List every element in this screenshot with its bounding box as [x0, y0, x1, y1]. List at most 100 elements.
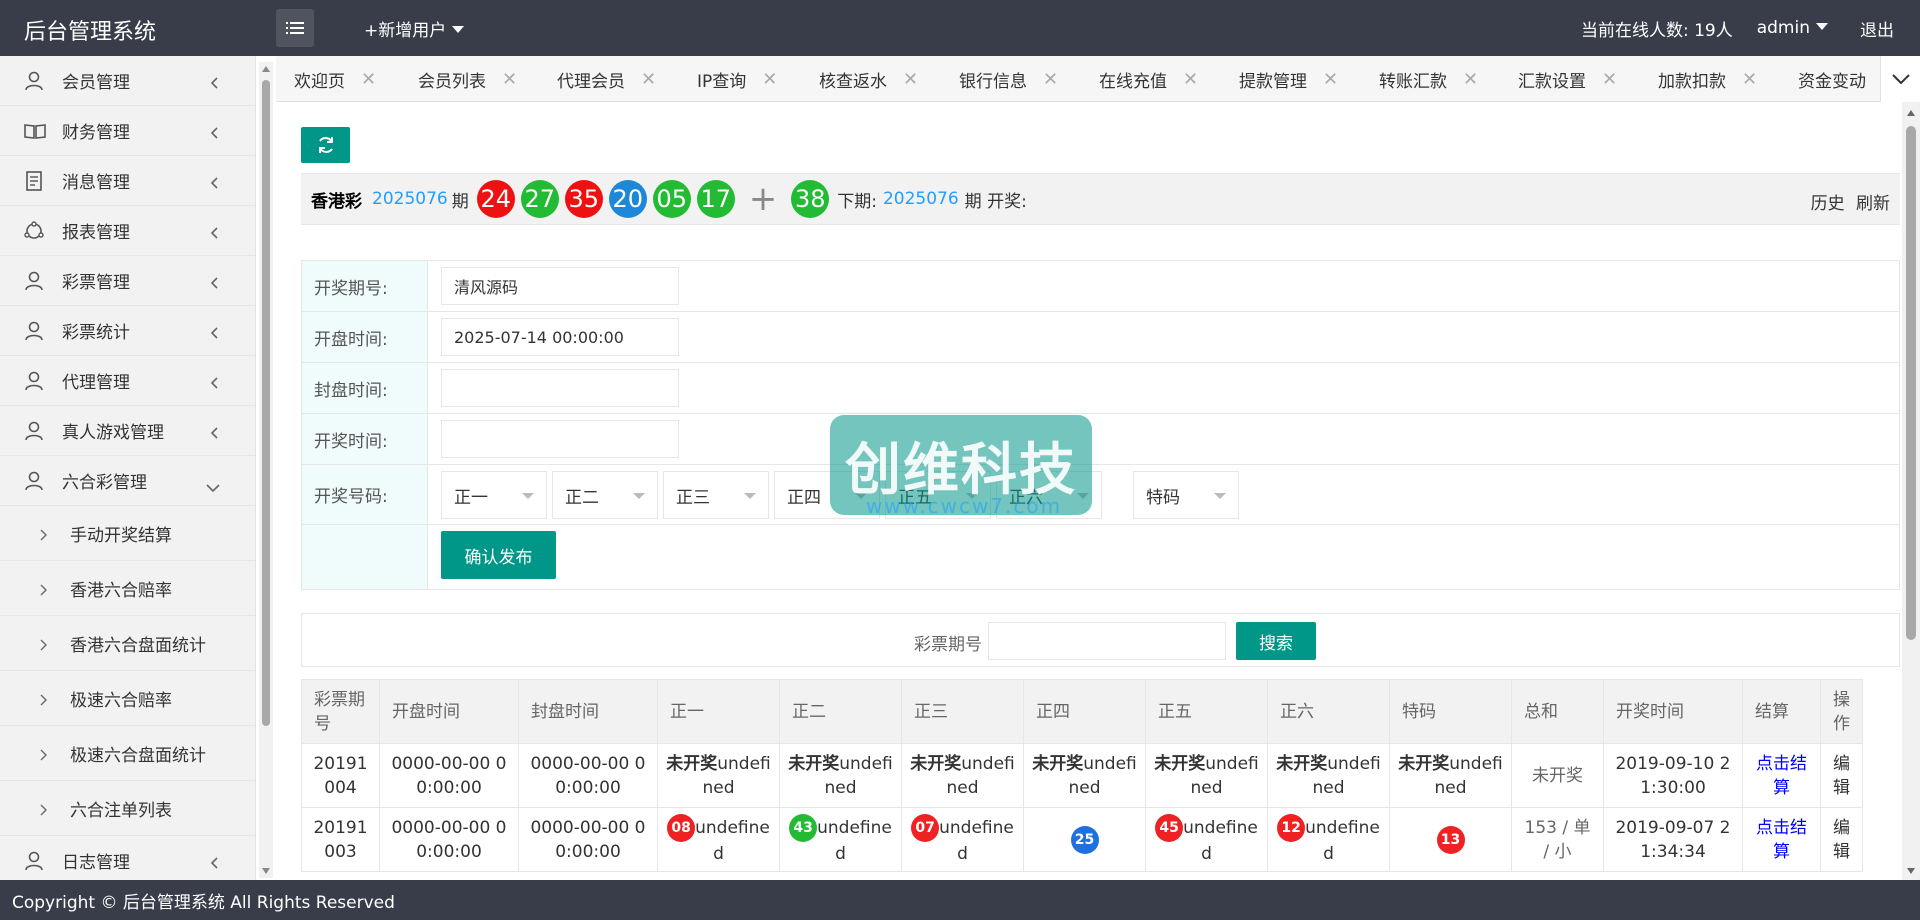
- sidebar-subitem-2[interactable]: 香港六合盘面统计: [0, 616, 255, 671]
- edit-link: 编辑: [1820, 807, 1863, 872]
- close-time-cell: 0000-00-00 00:00:00: [518, 807, 658, 872]
- settle-link[interactable]: 点击结算: [1742, 743, 1821, 808]
- history-link[interactable]: 历史: [1811, 194, 1845, 214]
- sidebar-item-1[interactable]: 财务管理: [0, 106, 255, 156]
- settle-link[interactable]: 点击结算: [1742, 807, 1821, 872]
- close-icon[interactable]: ✕: [361, 69, 376, 90]
- number-ball: 43: [789, 813, 818, 842]
- sidebar-item-4[interactable]: 彩票管理: [0, 256, 255, 306]
- sidebar-item-2[interactable]: 消息管理: [0, 156, 255, 206]
- close-icon[interactable]: ✕: [1183, 69, 1198, 90]
- tabs-more-button[interactable]: [1880, 56, 1920, 102]
- number-cell: 未开奖undefined: [901, 743, 1024, 808]
- tab-label: 加款扣款: [1658, 71, 1726, 92]
- tab-3[interactable]: IP查询 ✕: [697, 56, 777, 101]
- sidebar-item-0[interactable]: 会员管理: [0, 56, 255, 106]
- tab-1[interactable]: 会员列表 ✕: [418, 56, 517, 101]
- user-icon: [24, 71, 44, 91]
- lottery-period: 2025076: [372, 189, 448, 209]
- publish-button[interactable]: 确认发布: [441, 531, 556, 579]
- tab-7[interactable]: 提款管理 ✕: [1239, 56, 1338, 101]
- sidebar-item-8[interactable]: 六合彩管理: [0, 456, 255, 506]
- content-scrollbar[interactable]: [1902, 102, 1920, 880]
- menu-icon: [286, 22, 304, 34]
- close-icon[interactable]: ✕: [762, 69, 777, 90]
- close-icon[interactable]: ✕: [502, 69, 517, 90]
- column-header: 特码: [1389, 679, 1512, 744]
- menu-toggle-button[interactable]: [276, 9, 314, 47]
- search-button[interactable]: 搜索: [1236, 622, 1316, 660]
- close-icon[interactable]: ✕: [1602, 69, 1617, 90]
- draw-time-input[interactable]: [441, 420, 679, 458]
- sidebar-scrollbar[interactable]: [259, 62, 273, 878]
- scrollbar-thumb[interactable]: [1906, 126, 1916, 640]
- close-icon[interactable]: ✕: [1742, 69, 1757, 90]
- chevron-down-icon: [1891, 74, 1910, 84]
- column-header: 正一: [657, 679, 780, 744]
- refresh-link[interactable]: 刷新: [1856, 194, 1890, 214]
- sidebar-item-6[interactable]: 代理管理: [0, 356, 255, 406]
- edit-link-text: 编辑: [1833, 817, 1850, 862]
- message-icon: [24, 171, 44, 191]
- close-icon[interactable]: ✕: [903, 69, 918, 90]
- refresh-button[interactable]: [301, 127, 350, 163]
- sidebar-subitem-5[interactable]: 六合注单列表: [0, 781, 255, 836]
- column-header: 正六: [1267, 679, 1390, 744]
- tab-label: 在线充值: [1099, 71, 1167, 92]
- number-select-6[interactable]: 特码: [1133, 471, 1239, 519]
- column-header: 彩票期号: [301, 679, 380, 744]
- close-icon[interactable]: ✕: [1463, 69, 1478, 90]
- close-time-input[interactable]: [441, 369, 679, 407]
- scroll-down-icon[interactable]: [1907, 868, 1915, 874]
- close-icon[interactable]: ✕: [1043, 69, 1058, 90]
- number-cell: 未开奖undefined: [657, 743, 780, 808]
- logout-link[interactable]: 退出: [1860, 16, 1894, 41]
- column-header: 操作: [1820, 679, 1863, 744]
- sidebar-item-label: 真人游戏管理: [62, 423, 164, 443]
- period-cell-text: 20191004: [313, 753, 368, 798]
- sidebar-item-7[interactable]: 真人游戏管理: [0, 406, 255, 456]
- number-select-0[interactable]: 正一: [441, 471, 547, 519]
- scroll-down-icon[interactable]: [262, 868, 270, 874]
- tab-2[interactable]: 代理会员 ✕: [557, 56, 656, 101]
- tab-4[interactable]: 核查返水 ✕: [819, 56, 918, 101]
- number-cell: 未开奖undefined: [1023, 743, 1146, 808]
- scroll-up-icon[interactable]: [262, 66, 270, 72]
- settle-link-text[interactable]: 点击结算: [1756, 818, 1807, 862]
- close-icon[interactable]: ✕: [1323, 69, 1338, 90]
- open-time-input[interactable]: [441, 318, 679, 356]
- sidebar-subitem-3[interactable]: 极速六合赔率: [0, 671, 255, 726]
- tab-5[interactable]: 银行信息 ✕: [959, 56, 1058, 101]
- add-user-dropdown[interactable]: +新增用户: [364, 16, 465, 41]
- scroll-up-icon[interactable]: [1907, 110, 1915, 116]
- sidebar-item-log[interactable]: 日志管理: [0, 836, 255, 880]
- user-icon: [24, 371, 44, 391]
- number-select-1[interactable]: 正二: [552, 471, 658, 519]
- settle-link-text[interactable]: 点击结算: [1756, 754, 1807, 798]
- sidebar-item-5[interactable]: 彩票统计: [0, 306, 255, 356]
- scrollbar-thumb[interactable]: [262, 80, 270, 726]
- number-select-2[interactable]: 正三: [663, 471, 769, 519]
- sidebar-subitem-label: 手动开奖结算: [70, 525, 172, 546]
- tab-0[interactable]: 欢迎页 ✕: [294, 56, 376, 101]
- online-count: 当前在线人数: 19人: [1580, 20, 1733, 41]
- sidebar-item-3[interactable]: 报表管理: [0, 206, 255, 256]
- period-input[interactable]: [441, 267, 679, 305]
- admin-dropdown[interactable]: admin: [1757, 18, 1828, 38]
- close-icon[interactable]: ✕: [641, 69, 656, 90]
- sidebar-subitem-0[interactable]: 手动开奖结算: [0, 506, 255, 561]
- sidebar-subitem-1[interactable]: 香港六合赔率: [0, 561, 255, 616]
- search-input[interactable]: [988, 622, 1226, 660]
- tab-6[interactable]: 在线充值 ✕: [1099, 56, 1198, 101]
- tab-8[interactable]: 转账汇款 ✕: [1379, 56, 1478, 101]
- sidebar-subitem-4[interactable]: 极速六合盘面统计: [0, 726, 255, 781]
- app-title: 后台管理系统: [24, 20, 157, 45]
- tab-9[interactable]: 汇款设置 ✕: [1518, 56, 1617, 101]
- edit-link: 编辑: [1820, 743, 1863, 808]
- next-suffix: 期 开奖:: [964, 191, 1027, 212]
- chevron-right-icon: [40, 691, 47, 711]
- tab-11[interactable]: 资金变动: [1798, 56, 1866, 101]
- next-period: 2025076: [882, 189, 959, 209]
- tab-10[interactable]: 加款扣款 ✕: [1658, 56, 1757, 101]
- add-user-label: +新增用户: [364, 21, 447, 41]
